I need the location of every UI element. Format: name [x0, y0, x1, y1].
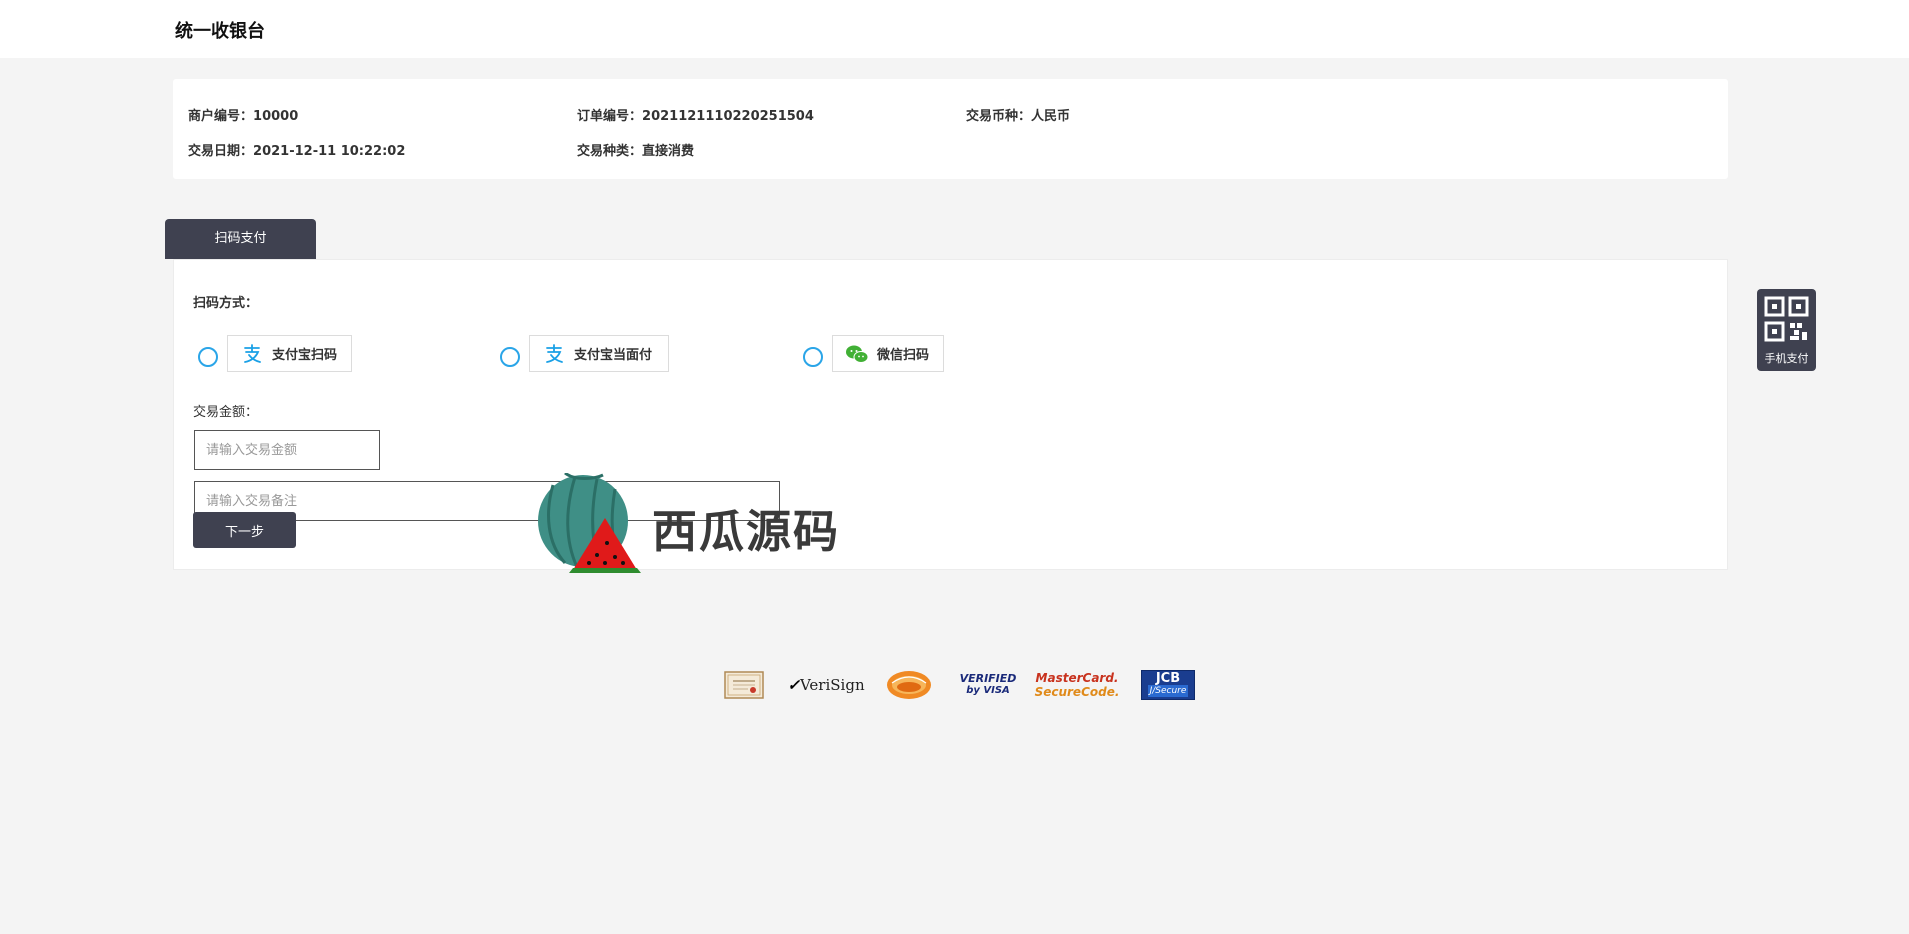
mastercard-securecode-logo: MasterCard. SecureCode.: [1034, 671, 1120, 699]
verisign-logo: ✓ VeriSign: [787, 676, 865, 694]
certificate-logo: [724, 667, 764, 703]
mobile-pay-button[interactable]: 手机支付: [1757, 289, 1816, 371]
method-alipay-f2f[interactable]: 支付宝当面付: [529, 335, 669, 372]
tab-scan-pay[interactable]: 扫码支付: [165, 219, 316, 259]
alipay-icon: [542, 342, 566, 366]
wechat-icon: [845, 342, 869, 366]
payment-panel: [173, 259, 1728, 570]
footer-security-logos: ✓ VeriSign VERIFIED by VISA MasterCard. S…: [724, 667, 1204, 703]
next-button[interactable]: 下一步: [193, 512, 296, 548]
transaction-date: 交易日期：2021-12-11 10:22:02: [188, 144, 406, 159]
qrcode-icon: [1764, 296, 1809, 342]
page-title: 统一收银台: [175, 21, 265, 42]
merchant-id: 商户编号：10000: [188, 109, 299, 124]
order-number: 订单编号：2021121110220251504: [577, 109, 814, 124]
transaction-type: 交易种类：直接消费: [577, 144, 695, 159]
currency: 交易币种：人民币: [966, 109, 1071, 124]
mobile-pay-label: 手机支付: [1764, 352, 1809, 365]
radio-alipay-f2f[interactable]: [500, 347, 520, 367]
cfca-logo: [886, 667, 932, 703]
radio-wechat-scan[interactable]: [803, 347, 823, 367]
jcb-jsecure-logo: JCB J/Secure: [1141, 667, 1195, 703]
method-wechat-scan[interactable]: 微信扫码: [832, 335, 944, 372]
verified-by-visa-logo: VERIFIED by VISA: [959, 672, 1017, 697]
scan-method-label: 扫码方式：: [193, 296, 259, 311]
alipay-icon: [240, 342, 264, 366]
radio-alipay-scan[interactable]: [198, 347, 218, 367]
amount-label: 交易金额：: [193, 405, 259, 420]
method-alipay-scan[interactable]: 支付宝扫码: [227, 335, 352, 372]
amount-input[interactable]: [194, 430, 380, 470]
order-info-card: 商户编号：10000 订单编号：2021121110220251504 交易币种…: [173, 79, 1728, 179]
top-bar: 统一收银台: [0, 0, 1909, 58]
